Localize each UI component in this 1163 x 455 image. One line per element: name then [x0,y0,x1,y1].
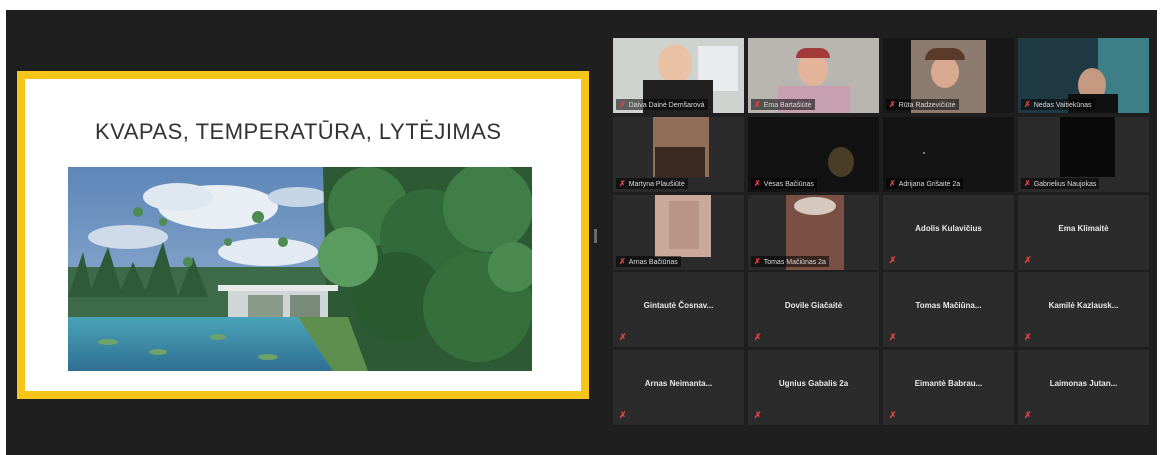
name-tile[interactable]: Eimantė Babrau... ✗ [883,350,1014,425]
participant-name: Ugnius Gabalis 2a [778,379,849,388]
participant-name-tag: ✗ Ema Bartašiūtė [751,99,815,110]
video-tile[interactable]: ✗ Martyna Plaušiūtė [613,117,744,192]
participant-name-tag: ✗ Tomas Mačiūnas 2a [751,256,829,267]
mic-muted-icon: ✗ [1024,410,1032,420]
name-tile[interactable]: Ema Klimaitė ✗ [1018,195,1149,270]
name-tile[interactable]: Gintautė Čosnav... ✗ [613,272,744,347]
mic-muted-icon: ✗ [889,179,896,188]
participant-name-tag: ✗ Vėsas Bačiūnas [751,178,817,189]
video-tile[interactable]: ✗ Tomas Mačiūnas 2a [748,195,879,270]
slide-title: KVAPAS, TEMPERATŪRA, LYTĖJIMAS [95,119,502,144]
participant-name-tag: ✗ Nedas Vaitiekūnas [1021,99,1095,110]
participant-name-tag: ✗ Martyna Plaušiūtė [616,178,688,189]
participant-name: Dovile Giačaitė [784,301,843,310]
mic-muted-icon: ✗ [619,100,626,109]
mic-muted-icon: ✗ [1024,100,1031,109]
mic-muted-icon: ✗ [754,179,761,188]
mic-muted-icon: ✗ [619,410,627,420]
name-tile[interactable]: Kamilė Kazlausk... ✗ [1018,272,1149,347]
mic-muted-icon: ✗ [1024,255,1032,265]
name-tile[interactable]: Adolis Kulavičius ✗ [883,195,1014,270]
mic-muted-icon: ✗ [889,332,897,342]
participant-name: Tomas Mačiūna... [915,301,982,310]
participant-name-tag: ✗ Gabrielius Naujokas [1021,178,1100,189]
name-tile[interactable]: Arnas Neimanta... ✗ [613,350,744,425]
name-tile[interactable]: Tomas Mačiūna... ✗ [883,272,1014,347]
video-tile[interactable]: ✗ Gabrielius Naujokas [1018,117,1149,192]
participant-name-tag: ✗ Adrijana Grišaitė 2a [886,178,964,189]
mic-muted-icon: ✗ [754,410,762,420]
participant-name: Eimantė Babrau... [914,379,983,388]
name-tile[interactable]: Ugnius Gabalis 2a ✗ [748,350,879,425]
mic-muted-icon: ✗ [619,179,626,188]
participant-name: Kamilė Kazlausk... [1048,301,1119,310]
shared-screen: KVAPAS, TEMPERATŪRA, LYTĖJIMAS [17,71,589,399]
zoom-meeting-window: KVAPAS, TEMPERATŪRA, LYTĖJIMAS ✗ Daiva D… [6,10,1157,455]
mic-muted-icon: ✗ [889,255,897,265]
mic-muted-icon: ✗ [619,257,626,266]
mic-muted-icon: ✗ [754,332,762,342]
name-tile[interactable]: Dovile Giačaitė ✗ [748,272,879,347]
video-tile[interactable]: ✗ Adrijana Grišaitė 2a [883,117,1014,192]
video-tile[interactable]: ✗ Ema Bartašiūtė [748,38,879,113]
participant-name: Arnas Neimanta... [644,379,713,388]
mic-muted-icon: ✗ [1024,332,1032,342]
mic-muted-icon: ✗ [754,257,761,266]
video-tile[interactable]: ✗ Daiva Dainė Demšarová [613,38,744,113]
mic-muted-icon: ✗ [754,100,761,109]
participant-name: Adolis Kulavičius [915,224,982,233]
video-tile[interactable]: ✗ Nedas Vaitiekūnas [1018,38,1149,113]
presentation-slide: KVAPAS, TEMPERATŪRA, LYTĖJIMAS [25,79,581,391]
mic-muted-icon: ✗ [1024,179,1031,188]
mic-muted-icon: ✗ [619,332,627,342]
participant-name-tag: ✗ Rūta Radzevičiūtė [886,99,959,110]
resize-handle[interactable] [594,229,597,243]
participant-name-tag: ✗ Arnas Bačiūnas [616,256,681,267]
participant-name: Laimonas Jutan... [1049,379,1118,388]
video-tile[interactable]: ✗ Vėsas Bačiūnas [748,117,879,192]
participant-name: Ema Klimaitė [1058,224,1109,233]
slide-painting [68,167,532,371]
mic-muted-icon: ✗ [889,410,897,420]
name-tile[interactable]: Laimonas Jutan... ✗ [1018,350,1149,425]
video-tile[interactable]: ✗ Arnas Bačiūnas [613,195,744,270]
participant-name: Gintautė Čosnav... [643,301,714,310]
mic-muted-icon: ✗ [889,100,896,109]
participant-name-tag: ✗ Daiva Dainė Demšarová [616,99,708,110]
video-tile[interactable]: ✗ Rūta Radzevičiūtė [883,38,1014,113]
